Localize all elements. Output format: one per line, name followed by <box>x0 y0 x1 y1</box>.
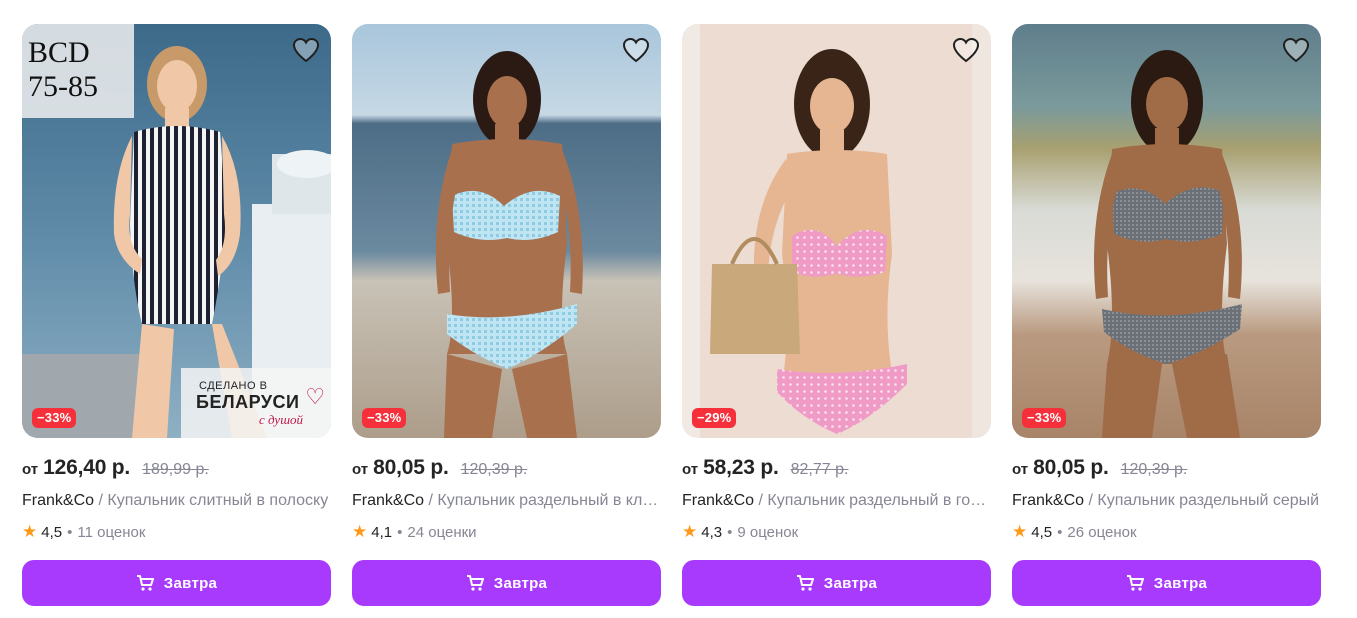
size-badge-line1: BCD <box>28 36 90 69</box>
heart-icon[interactable] <box>951 36 981 64</box>
current-price: 80,05 р. <box>373 456 449 479</box>
cart-icon <box>136 575 154 591</box>
product-card[interactable]: −33% от 80,05 р. 120,39 р. Frank&Co / Ку… <box>1012 24 1321 606</box>
product-title[interactable]: Frank&Co / Купальник раздельный серый <box>1012 492 1321 510</box>
add-to-cart-label: Завтра <box>163 574 218 592</box>
rating-value: 4,1 <box>371 523 393 541</box>
separator-dot: • <box>1057 523 1063 541</box>
add-to-cart-button[interactable]: Завтра <box>682 560 991 606</box>
product-photo <box>352 24 661 438</box>
product-photo <box>682 24 991 438</box>
add-to-cart-button[interactable]: Завтра <box>22 560 331 606</box>
product-name: / Купальник раздельный серый <box>1084 492 1320 509</box>
product-photo <box>1012 24 1321 438</box>
product-image[interactable]: −33% <box>352 24 661 438</box>
price-row: от 80,05 р. 120,39 р. <box>352 456 661 480</box>
separator-dot: • <box>727 523 733 541</box>
brand-name: Frank&Co <box>352 492 425 509</box>
product-card[interactable]: BCD 75-85 СДЕЛАНО В БЕЛАРУСИ с душой ♡ −… <box>22 24 331 606</box>
rating-row: ★ 4,5 • 26 оценок <box>1012 522 1321 542</box>
reviews-count[interactable]: 24 оценки <box>407 524 476 541</box>
heart-icon[interactable] <box>1281 36 1311 64</box>
made-in-badge-line2: БЕЛАРУСИ <box>196 392 300 412</box>
cart-icon <box>796 575 814 591</box>
add-to-cart-button[interactable]: Завтра <box>1012 560 1321 606</box>
brand-name: Frank&Co <box>1012 492 1085 509</box>
product-card[interactable]: −33% от 80,05 р. 120,39 р. Frank&Co / Ку… <box>352 24 661 606</box>
price-from-label: от <box>1012 461 1029 478</box>
product-title[interactable]: Frank&Co / Купальник раздельный в гороше… <box>682 492 991 510</box>
product-name: / Купальник раздельный в клетку <box>424 492 661 509</box>
product-image[interactable]: BCD 75-85 СДЕЛАНО В БЕЛАРУСИ с душой ♡ −… <box>22 24 331 438</box>
product-name: / Купальник раздельный в горошек <box>754 492 991 509</box>
heart-icon[interactable] <box>621 36 651 64</box>
old-price: 82,77 р. <box>790 461 849 478</box>
price-row: от 126,40 р. 189,99 р. <box>22 456 331 480</box>
add-to-cart-button[interactable]: Завтра <box>352 560 661 606</box>
cart-icon <box>1126 575 1144 591</box>
rating-value: 4,3 <box>701 523 723 541</box>
old-price: 120,39 р. <box>460 461 528 478</box>
price-from-label: от <box>352 461 369 478</box>
cart-icon <box>466 575 484 591</box>
made-in-badge-line3: с душой <box>259 412 304 427</box>
brand-name: Frank&Co <box>682 492 755 509</box>
discount-badge: −33% <box>1022 408 1067 428</box>
reviews-count[interactable]: 26 оценок <box>1067 524 1136 541</box>
old-price: 189,99 р. <box>142 461 209 478</box>
size-badge-line2: 75-85 <box>28 70 98 103</box>
star-icon: ★ <box>22 522 38 541</box>
product-title[interactable]: Frank&Co / Купальник слитный в полоску <box>22 492 331 510</box>
product-grid: BCD 75-85 СДЕЛАНО В БЕЛАРУСИ с душой ♡ −… <box>22 24 1321 606</box>
rating-row: ★ 4,3 • 9 оценок <box>682 522 991 542</box>
price-from-label: от <box>22 461 39 478</box>
reviews-count[interactable]: 9 оценок <box>737 524 798 541</box>
product-name: / Купальник слитный в полоску <box>94 492 329 509</box>
rating-row: ★ 4,1 • 24 оценки <box>352 522 661 542</box>
heart-outline-icon: ♡ <box>305 384 325 409</box>
heart-icon[interactable] <box>291 36 321 64</box>
add-to-cart-label: Завтра <box>493 574 548 592</box>
product-title[interactable]: Frank&Co / Купальник раздельный в клетку <box>352 492 661 510</box>
made-in-belarus-badge: СДЕЛАНО В БЕЛАРУСИ с душой ♡ <box>181 368 331 438</box>
price-row: от 80,05 р. 120,39 р. <box>1012 456 1321 480</box>
star-icon: ★ <box>1012 522 1028 541</box>
rating-value: 4,5 <box>41 523 63 541</box>
price-from-label: от <box>682 461 699 478</box>
current-price: 80,05 р. <box>1033 456 1109 479</box>
star-icon: ★ <box>682 522 698 541</box>
discount-badge: −33% <box>362 408 407 428</box>
brand-name: Frank&Co <box>22 492 95 509</box>
made-in-badge-line1: СДЕЛАНО В <box>199 380 268 392</box>
add-to-cart-label: Завтра <box>823 574 878 592</box>
price-row: от 58,23 р. 82,77 р. <box>682 456 991 480</box>
size-badge: BCD 75-85 <box>22 24 134 118</box>
old-price: 120,39 р. <box>1120 461 1188 478</box>
discount-badge: −29% <box>692 408 737 428</box>
star-icon: ★ <box>352 522 368 541</box>
product-image[interactable]: −33% <box>1012 24 1321 438</box>
rating-row: ★ 4,5 • 11 оценок <box>22 522 331 542</box>
product-image[interactable]: −29% <box>682 24 991 438</box>
discount-badge: −33% <box>32 408 77 428</box>
separator-dot: • <box>67 523 73 541</box>
current-price: 58,23 р. <box>703 456 779 479</box>
separator-dot: • <box>397 523 403 541</box>
reviews-count[interactable]: 11 оценок <box>77 524 145 541</box>
product-card[interactable]: −29% от 58,23 р. 82,77 р. Frank&Co / Куп… <box>682 24 991 606</box>
current-price: 126,40 р. <box>43 456 131 479</box>
add-to-cart-label: Завтра <box>1153 574 1208 592</box>
rating-value: 4,5 <box>1031 523 1053 541</box>
